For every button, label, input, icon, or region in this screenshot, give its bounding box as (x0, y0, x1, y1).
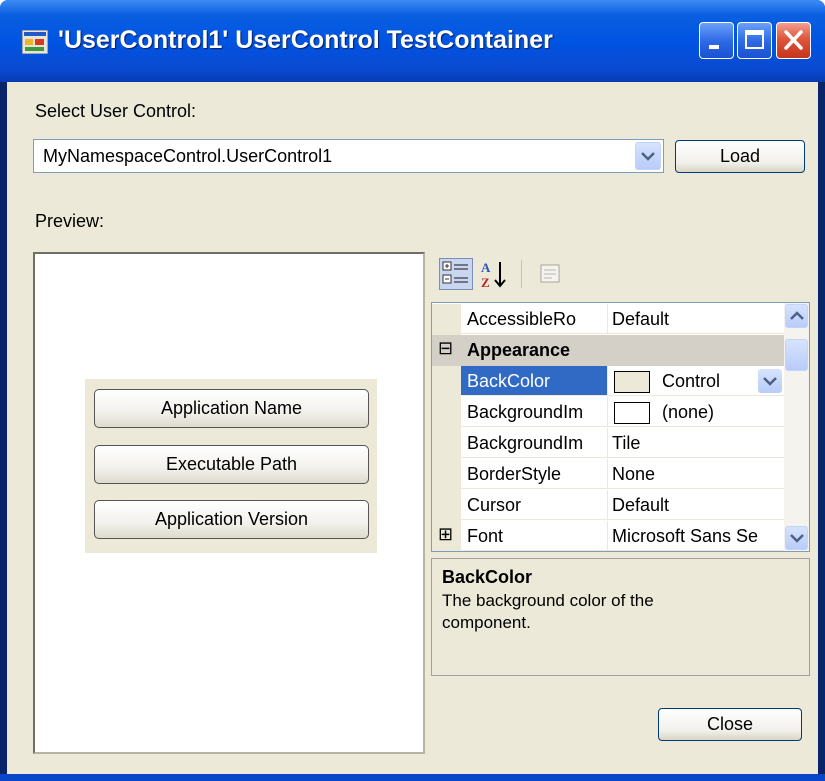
minimize-icon (709, 45, 719, 49)
property-row[interactable]: BackgroundIm (none) (432, 397, 784, 428)
property-name: Cursor (461, 490, 608, 520)
sort-alphabetical-icon: A Z (481, 260, 506, 290)
scroll-down-button[interactable] (785, 526, 808, 550)
property-value-text: Default (612, 495, 670, 515)
chevron-up-icon (789, 311, 804, 320)
property-value[interactable]: Microsoft Sans Se (608, 521, 784, 551)
alphabetical-button[interactable]: A Z (478, 258, 512, 290)
color-swatch (614, 371, 650, 394)
property-name: BorderStyle (461, 459, 608, 489)
property-value-text: Tile (612, 433, 641, 453)
property-value[interactable]: Default (608, 304, 784, 334)
preview-panel: Application Name Executable Path Applica… (33, 252, 425, 754)
title-bar[interactable]: 'UserControl1' UserControl TestContainer (0, 0, 825, 82)
minimize-button[interactable] (699, 22, 734, 59)
property-pages-icon (540, 264, 560, 283)
scroll-thumb[interactable] (785, 339, 808, 371)
property-row[interactable]: ⊞ Font Microsoft Sans Se (432, 521, 784, 551)
categorized-icon (442, 261, 468, 284)
description-title: BackColor (442, 567, 533, 587)
application-name-button[interactable]: Application Name (94, 389, 369, 428)
executable-path-button[interactable]: Executable Path (94, 445, 369, 484)
property-grid-toolbar: A Z (431, 254, 817, 294)
categorized-button[interactable] (439, 258, 473, 290)
expand-icon[interactable]: ⊞ (438, 524, 453, 545)
property-value-text: Default (612, 309, 670, 329)
test-container-window: 'UserControl1' UserControl TestContainer… (0, 0, 825, 781)
property-value-text: None (612, 464, 656, 484)
row-margin (432, 490, 461, 521)
combobox-value: MyNamespaceControl.UserControl1 (43, 146, 333, 166)
window-title: 'UserControl1' UserControl TestContainer (58, 26, 553, 54)
chevron-down-icon (789, 534, 804, 543)
select-user-control-label: Select User Control: (35, 101, 197, 121)
chevron-down-icon (763, 377, 777, 386)
description-text: The background color of the component. (442, 591, 654, 632)
property-value[interactable]: Control (608, 366, 784, 396)
property-pages-button[interactable] (533, 258, 567, 290)
app-icon (22, 30, 48, 54)
property-value-text: Control (662, 371, 721, 391)
toolbar-separator (521, 260, 522, 288)
category-label: Appearance (467, 340, 571, 360)
preview-label: Preview: (35, 211, 105, 231)
property-value[interactable]: Tile (608, 428, 784, 458)
combobox-dropdown-button[interactable] (635, 142, 661, 170)
scroll-up-button[interactable] (785, 304, 808, 328)
row-margin (432, 459, 461, 490)
property-value[interactable]: (none) (608, 397, 784, 427)
row-margin (432, 304, 461, 335)
close-icon (784, 30, 803, 50)
user-control-preview: Application Name Executable Path Applica… (85, 379, 377, 553)
row-margin (432, 428, 461, 459)
property-row[interactable]: AccessibleRo Default (432, 304, 784, 335)
property-row[interactable]: BackgroundIm Tile (432, 428, 784, 459)
property-row[interactable]: BackColor Control (432, 366, 784, 397)
color-swatch (614, 402, 650, 425)
row-margin: ⊞ (432, 521, 461, 551)
collapse-icon[interactable]: ⊟ (438, 338, 453, 359)
row-margin (432, 397, 461, 428)
user-control-combobox[interactable]: MyNamespaceControl.UserControl1 (33, 139, 664, 173)
maximize-icon (745, 30, 764, 49)
application-version-button[interactable]: Application Version (94, 500, 369, 539)
property-name: BackgroundIm (461, 428, 608, 458)
property-value[interactable]: None (608, 459, 784, 489)
property-grid: AccessibleRo Default ⊟ Appearance BackColor C… (431, 302, 810, 552)
property-value-text: Microsoft Sans Se (612, 526, 759, 546)
window-bottom-border (0, 774, 825, 781)
property-grid-scrollbar[interactable] (784, 303, 809, 551)
property-name: BackColor (461, 366, 608, 396)
property-row[interactable]: Cursor Default (432, 490, 784, 521)
property-value-text: (none) (662, 402, 715, 422)
load-button[interactable]: Load (675, 140, 805, 173)
property-category-row[interactable]: ⊟ Appearance (432, 335, 784, 366)
maximize-button[interactable] (737, 22, 772, 59)
svg-text:A: A (481, 260, 491, 275)
property-row[interactable]: BorderStyle None (432, 459, 784, 490)
row-margin (432, 366, 461, 397)
svg-text:Z: Z (481, 275, 490, 290)
property-name: BackgroundIm (461, 397, 608, 427)
description-pane: BackColor The background color of the co… (431, 558, 810, 676)
property-value[interactable]: Default (608, 490, 784, 520)
value-dropdown-button[interactable] (758, 369, 782, 393)
close-button[interactable]: Close (658, 708, 802, 741)
property-name: AccessibleRo (461, 304, 608, 334)
close-window-button[interactable] (776, 22, 811, 59)
chevron-down-icon (641, 152, 655, 161)
property-name: Font (461, 521, 608, 551)
client-area: Select User Control: MyNamespaceControl.… (7, 82, 818, 774)
